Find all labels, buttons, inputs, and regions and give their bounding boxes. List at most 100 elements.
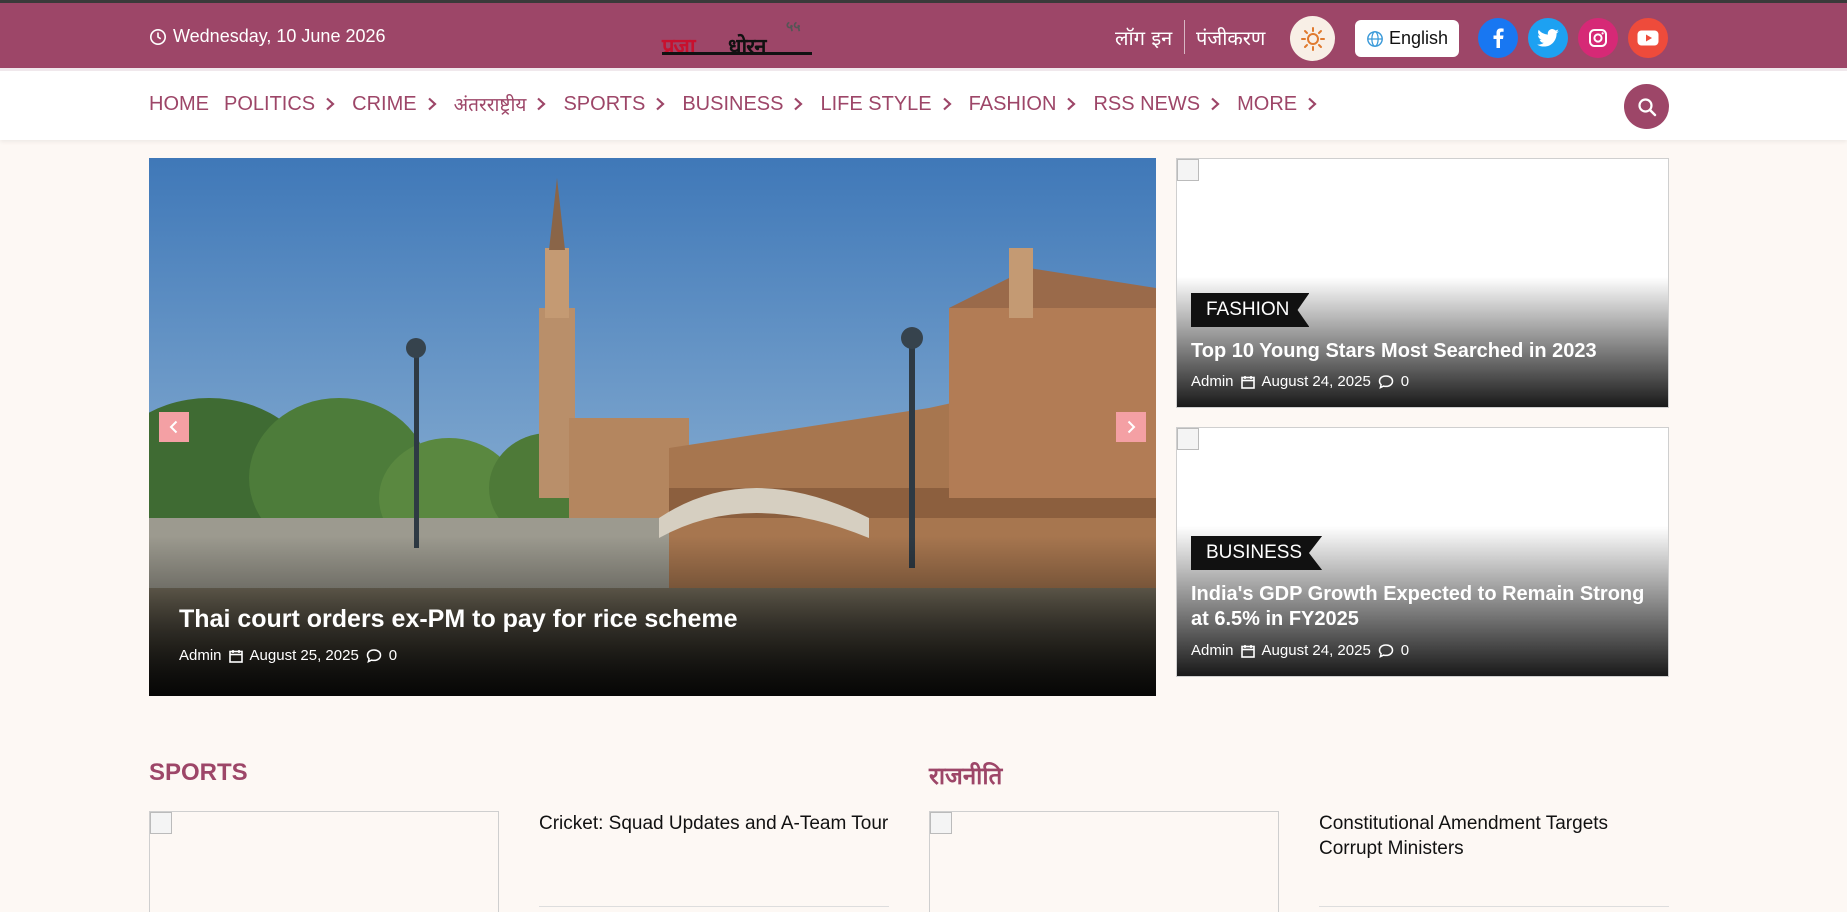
- calendar-icon: [1240, 375, 1255, 389]
- nav-item-label: POLITICS: [224, 92, 316, 115]
- broken-image-icon: [150, 812, 172, 834]
- comment-count: 0: [1400, 373, 1410, 390]
- category-tag[interactable]: FASHION: [1191, 293, 1310, 327]
- youtube-icon: [1637, 30, 1659, 46]
- nav-item-label: CRIME: [352, 92, 417, 115]
- nav-item-more[interactable]: MORE: [1237, 93, 1319, 116]
- theme-toggle-button[interactable]: [1290, 16, 1335, 61]
- broken-image-icon: [930, 812, 952, 834]
- sun-icon: [1300, 26, 1325, 51]
- logo-number: ५५: [786, 19, 801, 35]
- calendar-icon: [1240, 644, 1255, 658]
- globe-icon: [1367, 30, 1383, 47]
- clock-icon: [149, 28, 167, 45]
- login-link[interactable]: लॉग इन: [1115, 24, 1172, 51]
- language-label: English: [1388, 28, 1449, 48]
- author-name[interactable]: Admin: [1191, 373, 1234, 390]
- slider-next-button[interactable]: [1116, 412, 1146, 442]
- section-title-sports[interactable]: SPORTS: [149, 759, 248, 787]
- chevron-right-icon: [1067, 97, 1077, 111]
- nav-item-sports[interactable]: SPORTS: [563, 93, 667, 116]
- nav-item-politics[interactable]: POLITICS: [224, 93, 337, 116]
- divider: [1184, 20, 1185, 54]
- comment-icon: [1378, 643, 1394, 658]
- slider-prev-button[interactable]: [159, 412, 189, 442]
- nav-item-label: BUSINESS: [682, 92, 784, 115]
- section-title-politics[interactable]: राजनीति: [929, 759, 1002, 792]
- chevron-right-icon: [794, 97, 804, 111]
- youtube-link[interactable]: [1628, 18, 1668, 58]
- chevron-right-icon: [537, 97, 547, 111]
- comment-icon: [366, 648, 382, 663]
- chevron-right-icon: [1211, 97, 1220, 111]
- twitter-link[interactable]: [1528, 18, 1568, 58]
- chevron-right-icon: [656, 97, 665, 111]
- nav-item-fashion[interactable]: FASHION: [969, 93, 1079, 116]
- side-news-card[interactable]: BUSINESS India's GDP Growth Expected to …: [1176, 427, 1669, 677]
- nav-item-rss-news[interactable]: RSS NEWS: [1093, 93, 1222, 116]
- chevron-right-icon: [326, 97, 335, 111]
- post-date: August 24, 2025: [1261, 373, 1371, 390]
- logo-word-black: धोरन: [728, 35, 766, 60]
- article-headline[interactable]: Cricket: Squad Updates and A-Team Tour: [539, 811, 889, 836]
- twitter-icon: [1537, 29, 1559, 47]
- divider: [539, 906, 889, 907]
- chevron-right-icon: [1127, 420, 1136, 434]
- instagram-link[interactable]: [1578, 18, 1618, 58]
- broken-image-icon: [1177, 159, 1199, 181]
- nav-item-home[interactable]: HOME: [149, 93, 209, 116]
- post-date: August 25, 2025: [249, 647, 359, 664]
- nav-item-label: अंतरराष्ट्रीय: [453, 94, 527, 116]
- nav-item-label: SPORTS: [563, 92, 646, 115]
- search-icon: [1637, 97, 1656, 116]
- nav-item-international[interactable]: अंतरराष्ट्रीय: [454, 91, 549, 117]
- instagram-icon: [1589, 29, 1607, 47]
- card-meta: Admin August 24, 2025 0: [1191, 373, 1409, 390]
- category-tag[interactable]: BUSINESS: [1191, 536, 1323, 570]
- logo-word-red: प्रजा: [662, 35, 696, 60]
- author-name[interactable]: Admin: [1191, 642, 1234, 659]
- calendar-icon: [228, 649, 243, 663]
- facebook-icon: [1493, 28, 1504, 48]
- card-meta: Admin August 24, 2025 0: [1191, 642, 1409, 659]
- article-headline[interactable]: Constitutional Amendment Targets Corrupt…: [1319, 811, 1669, 861]
- post-date: August 24, 2025: [1261, 642, 1371, 659]
- facebook-link[interactable]: [1478, 18, 1518, 58]
- author-name[interactable]: Admin: [179, 647, 222, 664]
- divider: [1319, 906, 1669, 907]
- comment-icon: [1378, 374, 1394, 389]
- nav-menu: HOME POLITICS CRIME अंतरराष्ट्रीय SPORTS…: [149, 91, 1334, 117]
- article-thumbnail[interactable]: [929, 811, 1279, 912]
- side-news-card[interactable]: FASHION Top 10 Young Stars Most Searched…: [1176, 158, 1669, 408]
- chevron-right-icon: [1308, 97, 1317, 111]
- nav-item-label: MORE: [1237, 92, 1298, 115]
- hero-title[interactable]: Thai court orders ex-PM to pay for rice …: [179, 605, 738, 634]
- nav-item-label: HOME: [149, 92, 209, 115]
- site-logo[interactable]: प्रजा धोरन ५५: [662, 19, 818, 60]
- chevron-left-icon: [169, 420, 178, 434]
- chevron-right-icon: [427, 97, 437, 111]
- nav-item-label: FASHION: [968, 92, 1057, 115]
- register-link[interactable]: पंजीकरण: [1196, 24, 1265, 51]
- logo-underline: [662, 52, 812, 55]
- nav-item-business[interactable]: BUSINESS: [682, 93, 805, 116]
- hero-meta: Admin August 25, 2025 0: [179, 647, 397, 664]
- broken-image-icon: [1177, 428, 1199, 450]
- top-bar: Wednesday, 10 June 2026 प्रजा धोरन ५५ लॉ…: [0, 0, 1847, 68]
- chevron-right-icon: [942, 97, 952, 111]
- card-title[interactable]: India's GDP Growth Expected to Remain St…: [1191, 582, 1661, 632]
- main-navigation: HOME POLITICS CRIME अंतरराष्ट्रीय SPORTS…: [0, 68, 1847, 140]
- comment-count: 0: [1400, 642, 1410, 659]
- comment-count: 0: [388, 647, 398, 664]
- current-date: Wednesday, 10 June 2026: [149, 26, 386, 47]
- date-text: Wednesday, 10 June 2026: [173, 26, 386, 46]
- nav-item-label: LIFE STYLE: [820, 92, 932, 115]
- hero-slide[interactable]: Thai court orders ex-PM to pay for rice …: [149, 158, 1156, 696]
- nav-item-crime[interactable]: CRIME: [352, 93, 438, 116]
- nav-item-lifestyle[interactable]: LIFE STYLE: [820, 93, 953, 116]
- card-title[interactable]: Top 10 Young Stars Most Searched in 2023: [1191, 339, 1661, 364]
- language-selector[interactable]: English: [1355, 20, 1459, 57]
- article-thumbnail[interactable]: [149, 811, 499, 912]
- nav-item-label: RSS NEWS: [1093, 92, 1201, 115]
- search-button[interactable]: [1624, 84, 1669, 129]
